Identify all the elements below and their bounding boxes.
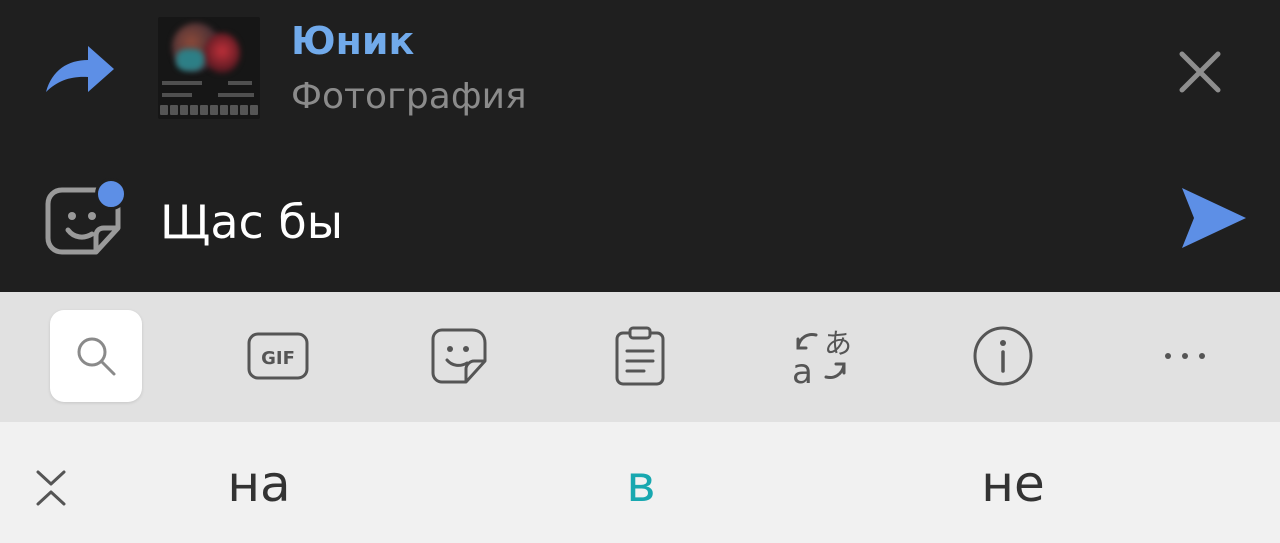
clipboard-icon bbox=[615, 326, 665, 386]
collapse-icon[interactable] bbox=[30, 466, 72, 510]
search-icon bbox=[77, 337, 116, 376]
reply-attachment-type: Фотография bbox=[291, 76, 527, 117]
svg-text:あ: あ bbox=[824, 327, 852, 360]
keyboard-translate-button[interactable]: あ a bbox=[775, 310, 867, 402]
info-icon bbox=[973, 326, 1033, 386]
svg-text:a: a bbox=[792, 352, 813, 387]
send-icon[interactable] bbox=[1180, 186, 1248, 250]
photo-thumbnail[interactable] bbox=[158, 17, 260, 119]
word-suggestion-bar: на в не bbox=[0, 422, 1280, 543]
translate-icon: あ a bbox=[792, 327, 852, 387]
suggestion-word[interactable]: в bbox=[626, 452, 655, 516]
message-input-row: Щас бы bbox=[0, 150, 1280, 292]
suggestion-word[interactable]: не bbox=[981, 452, 1044, 516]
svg-text:GIF: GIF bbox=[261, 348, 295, 369]
sticker-icon bbox=[431, 328, 487, 384]
keyboard-search-button[interactable] bbox=[50, 310, 142, 402]
reply-author-name: Юник bbox=[291, 19, 415, 63]
keyboard-clipboard-button[interactable] bbox=[594, 310, 686, 402]
reply-arrow-icon bbox=[46, 46, 114, 92]
gif-icon: GIF bbox=[247, 332, 309, 380]
more-icon bbox=[1165, 353, 1205, 359]
keyboard-info-button[interactable] bbox=[957, 310, 1049, 402]
suggestion-word[interactable]: на bbox=[227, 452, 290, 516]
message-input[interactable]: Щас бы bbox=[160, 190, 1120, 254]
close-icon[interactable] bbox=[1174, 46, 1226, 98]
new-stickers-badge bbox=[95, 178, 127, 210]
keyboard-sticker-button[interactable] bbox=[413, 310, 505, 402]
keyboard-toolbar: GIF あ a bbox=[0, 292, 1280, 422]
reply-preview-bar: Юник Фотография bbox=[0, 0, 1280, 140]
keyboard-gif-button[interactable]: GIF bbox=[232, 310, 324, 402]
keyboard-more-button[interactable] bbox=[1139, 310, 1231, 402]
